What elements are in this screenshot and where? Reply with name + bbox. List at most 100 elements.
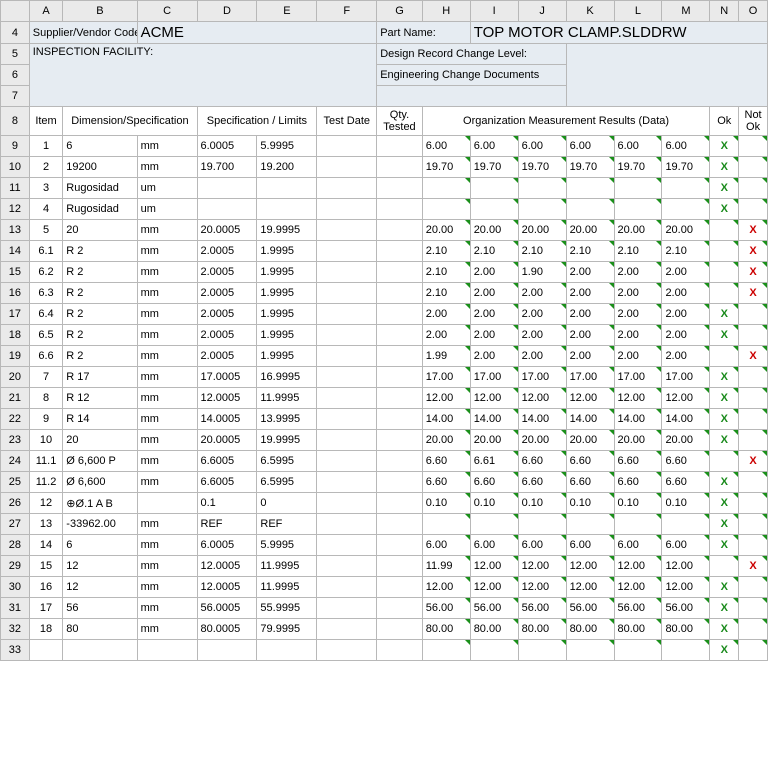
cell-qty-tested[interactable] <box>377 220 423 241</box>
cell-not-ok[interactable] <box>739 325 768 346</box>
cell-ok[interactable]: X <box>710 535 739 556</box>
cell-not-ok[interactable]: X <box>739 556 768 577</box>
cell-dimension[interactable]: R 12 <box>63 388 137 409</box>
cell-result[interactable]: 6.60 <box>614 451 662 472</box>
cell-result[interactable]: 2.00 <box>422 304 470 325</box>
cell-dimension[interactable]: R 17 <box>63 367 137 388</box>
cell-qty-tested[interactable] <box>377 640 423 661</box>
cell-result[interactable]: 2.10 <box>518 241 566 262</box>
cell-dimension[interactable]: R 2 <box>63 304 137 325</box>
cell-spec-high[interactable]: 2.0005 <box>197 304 257 325</box>
cell-result[interactable]: 2.00 <box>422 325 470 346</box>
cell-spec-low[interactable]: 19.9995 <box>257 220 317 241</box>
cell-unit[interactable]: mm <box>137 388 197 409</box>
cell-not-ok[interactable]: X <box>739 241 768 262</box>
cell-result[interactable]: 12.00 <box>662 388 710 409</box>
cell-spec-low[interactable]: 11.9995 <box>257 388 317 409</box>
cell-item[interactable]: 15 <box>29 556 63 577</box>
supplier-value[interactable]: ACME <box>137 22 377 44</box>
cell-result[interactable]: 12.00 <box>662 577 710 598</box>
cell-result[interactable]: 17.00 <box>662 367 710 388</box>
cell-unit[interactable]: mm <box>137 451 197 472</box>
cell-dimension[interactable]: Ø 6,600 P <box>63 451 137 472</box>
cell-result[interactable]: 6.60 <box>422 472 470 493</box>
cell-ok[interactable]: X <box>710 136 739 157</box>
cell-result[interactable]: 19.70 <box>566 157 614 178</box>
cell-unit[interactable]: mm <box>137 514 197 535</box>
cell-result[interactable]: 20.00 <box>422 430 470 451</box>
cell-dimension[interactable]: Rugosidad <box>63 178 137 199</box>
col-header[interactable]: G <box>377 1 423 22</box>
cell-result[interactable]: 6.00 <box>662 535 710 556</box>
cell-result[interactable]: 20.00 <box>518 220 566 241</box>
cell-spec-low[interactable]: 19.9995 <box>257 430 317 451</box>
cell-spec-high[interactable] <box>197 178 257 199</box>
cell-ok[interactable]: X <box>710 493 739 514</box>
cell-item[interactable]: 6.3 <box>29 283 63 304</box>
cell-test-date[interactable] <box>317 346 377 367</box>
cell-not-ok[interactable] <box>739 577 768 598</box>
cell-spec-low[interactable]: 1.9995 <box>257 325 317 346</box>
cell-item[interactable]: 6.1 <box>29 241 63 262</box>
cell-unit[interactable]: mm <box>137 535 197 556</box>
cell-dimension[interactable]: R 2 <box>63 262 137 283</box>
cell-qty-tested[interactable] <box>377 472 423 493</box>
cell-not-ok[interactable] <box>739 598 768 619</box>
cell-result[interactable]: 20.00 <box>662 220 710 241</box>
cell-result[interactable] <box>566 514 614 535</box>
col-header[interactable]: B <box>63 1 137 22</box>
cell-spec-high[interactable]: 80.0005 <box>197 619 257 640</box>
cell-not-ok[interactable] <box>739 640 768 661</box>
row-header[interactable]: 16 <box>1 283 30 304</box>
cell-result[interactable]: 19.70 <box>518 157 566 178</box>
cell-dimension[interactable]: Rugosidad <box>63 199 137 220</box>
cell-ok[interactable]: X <box>710 472 739 493</box>
cell-qty-tested[interactable] <box>377 178 423 199</box>
cell-item[interactable]: 14 <box>29 535 63 556</box>
cell-result[interactable]: 80.00 <box>470 619 518 640</box>
cell-qty-tested[interactable] <box>377 367 423 388</box>
cell-result[interactable]: 14.00 <box>518 409 566 430</box>
cell-test-date[interactable] <box>317 388 377 409</box>
col-header[interactable]: L <box>614 1 662 22</box>
cell-not-ok[interactable] <box>739 388 768 409</box>
cell-not-ok[interactable]: X <box>739 346 768 367</box>
cell-result[interactable] <box>470 640 518 661</box>
cell-test-date[interactable] <box>317 598 377 619</box>
row-header[interactable]: 27 <box>1 514 30 535</box>
cell-result[interactable]: 2.00 <box>470 346 518 367</box>
cell-unit[interactable]: um <box>137 199 197 220</box>
cell-not-ok[interactable] <box>739 430 768 451</box>
cell-dimension[interactable]: 20 <box>63 220 137 241</box>
row-header[interactable]: 28 <box>1 535 30 556</box>
cell-spec-low[interactable]: 5.9995 <box>257 535 317 556</box>
cell-result[interactable] <box>470 514 518 535</box>
cell-qty-tested[interactable] <box>377 262 423 283</box>
cell-item[interactable]: 6.5 <box>29 325 63 346</box>
row-header[interactable]: 20 <box>1 367 30 388</box>
cell-result[interactable] <box>470 199 518 220</box>
cell-result[interactable]: 14.00 <box>470 409 518 430</box>
cell-result[interactable]: 0.10 <box>518 493 566 514</box>
cell-qty-tested[interactable] <box>377 157 423 178</box>
cell-result[interactable]: 0.10 <box>422 493 470 514</box>
cell-result[interactable]: 19.70 <box>422 157 470 178</box>
cell-spec-low[interactable]: 79.9995 <box>257 619 317 640</box>
cell-result[interactable]: 2.00 <box>470 283 518 304</box>
cell-test-date[interactable] <box>317 640 377 661</box>
cell-not-ok[interactable]: X <box>739 451 768 472</box>
cell-ok[interactable]: X <box>710 514 739 535</box>
cell-test-date[interactable] <box>317 577 377 598</box>
cell-result[interactable]: 2.10 <box>422 241 470 262</box>
cell-result[interactable]: 2.00 <box>614 283 662 304</box>
cell-result[interactable]: 6.60 <box>662 472 710 493</box>
cell-result[interactable]: 80.00 <box>614 619 662 640</box>
cell-qty-tested[interactable] <box>377 577 423 598</box>
cell-result[interactable] <box>518 178 566 199</box>
cell-result[interactable]: 11.99 <box>422 556 470 577</box>
cell-not-ok[interactable] <box>739 157 768 178</box>
cell-spec-low[interactable]: 1.9995 <box>257 262 317 283</box>
cell-not-ok[interactable] <box>739 136 768 157</box>
cell-result[interactable]: 56.00 <box>518 598 566 619</box>
cell-result[interactable]: 12.00 <box>470 556 518 577</box>
